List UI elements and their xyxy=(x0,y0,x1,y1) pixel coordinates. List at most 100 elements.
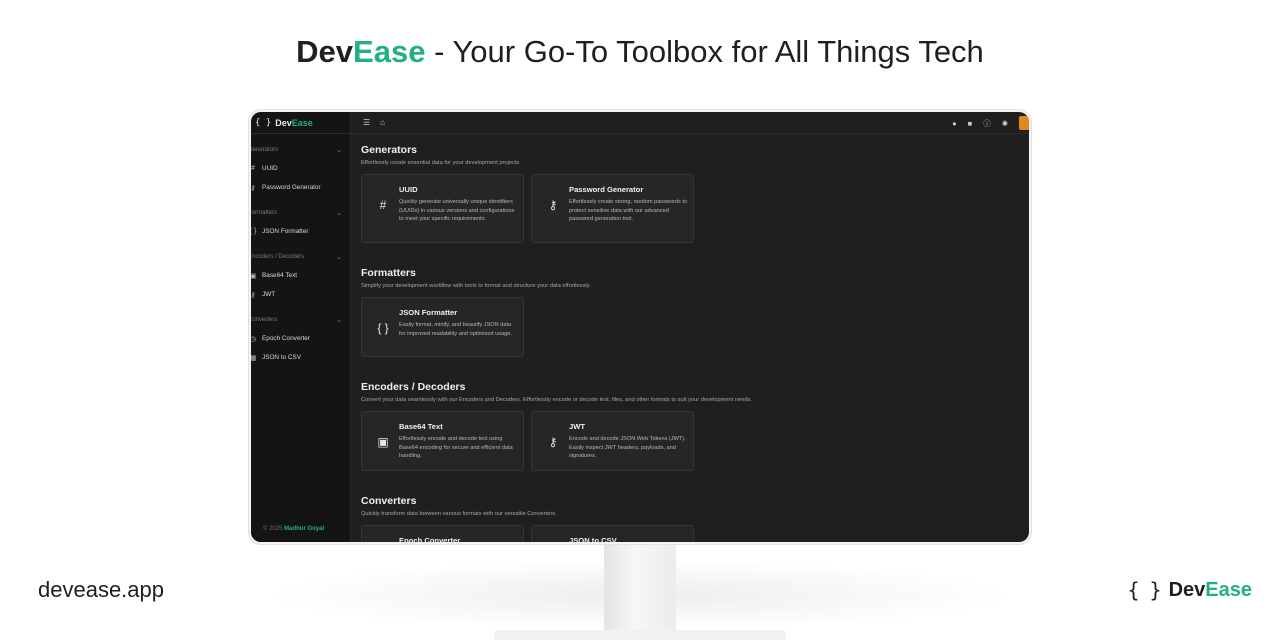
section-formatters: Formatters Simplify your development work… xyxy=(361,267,1029,357)
tool-card-json-to-csv[interactable]: ▦JSON to CSV xyxy=(531,525,694,542)
section-description: Quickly transform data between various f… xyxy=(361,511,557,517)
sidebar-item-uuid[interactable]: # UUID xyxy=(251,159,350,178)
home-icon[interactable]: ⌂ xyxy=(380,118,385,127)
braces-icon: { } xyxy=(377,321,389,335)
tool-card-password-generator[interactable]: ⚷ Password Generator Effortlessly create s… xyxy=(531,174,694,243)
tool-card-grid: ◷Epoch Converter ▦JSON to CSV xyxy=(361,525,1029,542)
promo-banner: DevEase - Your Go-To Toolbox for All Thi… xyxy=(0,0,1280,640)
sidebar-group-converters[interactable]: Converters ⌄ xyxy=(251,310,350,329)
sidebar-group-encoders-decoders[interactable]: Encoders / Decoders ⌄ xyxy=(251,247,350,266)
topbar: ☰ ⌂ ● ■ ⓘ ✺ xyxy=(351,112,1029,134)
sidebar-group-label: Generators xyxy=(251,146,279,153)
chevron-down-icon[interactable]: ⌄ xyxy=(336,253,342,261)
sidebar-item-password-generator[interactable]: ⚷ Password Generator xyxy=(251,178,350,197)
app-screen: { } DevEase Generators ⌄ # UUID ⚷ Password Ge… xyxy=(251,112,1029,542)
sidebar-item-label: JSON to CSV xyxy=(262,354,302,361)
sidebar-item-label: Base64 Text xyxy=(262,272,298,279)
tool-card-text: JSON to CSV xyxy=(569,536,689,542)
key-icon: ⚷ xyxy=(251,184,256,192)
topbar-actions: ● ■ ⓘ ✺ xyxy=(952,112,1029,134)
tool-card-grid: ▣ Base64 Text Effortlessly encode and deco… xyxy=(361,411,1029,471)
sidebar-item-label: UUID xyxy=(262,165,278,172)
chevron-down-icon[interactable]: ⌄ xyxy=(336,146,342,154)
section-encoders-decoders: Encoders / Decoders Convert your data sea… xyxy=(361,381,1029,471)
braces-icon: { } xyxy=(251,228,257,235)
tool-card-title: Base64 Text xyxy=(399,422,443,431)
chevron-down-icon[interactable]: ⌄ xyxy=(336,316,342,324)
tool-card-text: JWT Encode and decode JSON Web Tokens (JW… xyxy=(569,422,689,470)
tool-card-grid: # UUID Quickly generate universally unique… xyxy=(361,174,1029,243)
tool-card-epoch-converter[interactable]: ◷Epoch Converter xyxy=(361,525,524,542)
section-title: Formatters xyxy=(361,267,416,279)
avatar[interactable] xyxy=(1019,116,1029,130)
sidebar-item-label: Password Generator xyxy=(262,184,321,191)
section-title: Generators xyxy=(361,144,418,156)
tool-card-description: Effortlessly encode and decode text usin… xyxy=(399,436,513,460)
monitor-stand-base xyxy=(494,630,786,640)
sidebar-item-jwt[interactable]: ⚷ JWT xyxy=(251,285,350,304)
info-icon[interactable]: ⓘ xyxy=(983,118,991,129)
section-description: Simplify your development workflow with … xyxy=(361,283,591,289)
sidebar-item-base64-text[interactable]: ▣ Base64 Text xyxy=(251,266,350,285)
author-link[interactable]: Madhur Goyal xyxy=(284,526,324,532)
headline-separator: - xyxy=(425,34,453,69)
tool-card-jwt[interactable]: ⚷ JWT Encode and decode JSON Web Tokens (J… xyxy=(531,411,694,471)
tool-card-text: Epoch Converter xyxy=(399,536,519,542)
section-generators: Generators Effortlessly create essential … xyxy=(361,144,1029,243)
hash-icon: # xyxy=(379,198,387,212)
table-icon: ▦ xyxy=(251,354,257,362)
chevron-down-icon[interactable]: ⌄ xyxy=(336,209,342,217)
sidebar-group-formatters[interactable]: Formatters ⌄ xyxy=(251,203,350,222)
sidebar-item-json-formatter[interactable]: { } JSON Formatter xyxy=(251,222,350,241)
sidebar-group-generators[interactable]: Generators ⌄ xyxy=(251,140,350,159)
footer-brand-ease: Ease xyxy=(1205,578,1252,601)
tool-card-json-formatter[interactable]: { } JSON Formatter Easily format, minify, … xyxy=(361,297,524,357)
logo-ease: Ease xyxy=(291,117,313,128)
braces-logo-icon: { } xyxy=(1127,578,1161,602)
main-content: ☰ ⌂ ● ■ ⓘ ✺ Generators Effortlessly creat… xyxy=(351,112,1029,542)
app-logo[interactable]: { } DevEase xyxy=(251,112,350,134)
section-description: Effortlessly create essential data for y… xyxy=(361,160,521,166)
footer-brand: { } DevEase xyxy=(1127,578,1252,602)
table-icon: ▦ xyxy=(540,536,566,542)
linkedin-icon[interactable]: ■ xyxy=(968,119,973,128)
sidebar-group-label: Converters xyxy=(251,316,278,323)
section-title: Encoders / Decoders xyxy=(361,381,466,393)
sidebar-item-label: Epoch Converter xyxy=(262,335,310,342)
tool-sections: Generators Effortlessly create essential … xyxy=(351,134,1029,542)
github-icon[interactable]: ● xyxy=(952,119,957,128)
key-icon: ⚷ xyxy=(251,291,256,299)
tool-card-title: JSON to CSV xyxy=(569,536,617,542)
clock-icon: ◷ xyxy=(251,335,257,343)
tool-card-text: Password Generator Effortlessly create st… xyxy=(569,185,689,242)
sidebar-item-epoch-converter[interactable]: ◷ Epoch Converter xyxy=(251,329,350,348)
headline-tagline: Your Go-To Toolbox for All Things Tech xyxy=(452,34,984,69)
sidebar-group-label: Encoders / Decoders xyxy=(251,253,305,260)
monitor-stand xyxy=(604,544,676,640)
key-icon: ⚷ xyxy=(548,435,558,449)
key-icon: ⚷ xyxy=(548,198,558,212)
tool-card-grid: { } JSON Formatter Easily format, minify, … xyxy=(361,297,1029,357)
headline: DevEase - Your Go-To Toolbox for All Thi… xyxy=(0,34,1280,70)
headline-brand-ease: Ease xyxy=(353,34,426,69)
tool-card-base64-text[interactable]: ▣ Base64 Text Effortlessly encode and deco… xyxy=(361,411,524,471)
sidebar-item-label: JWT xyxy=(262,291,276,298)
braces-logo-icon: { } xyxy=(255,117,272,128)
tool-card-title: Password Generator xyxy=(569,185,644,194)
sidebar-item-label: JSON Formatter xyxy=(262,228,309,235)
sidebar-group-label: Formatters xyxy=(251,209,278,216)
tool-card-title: UUID xyxy=(399,185,418,194)
tool-card-description: Quickly generate universally unique iden… xyxy=(399,199,515,223)
menu-icon[interactable]: ☰ xyxy=(363,118,370,127)
tool-card-description: Encode and decode JSON Web Tokens (JWT).… xyxy=(569,436,686,460)
sidebar-nav: Generators ⌄ # UUID ⚷ Password Generator Forma… xyxy=(251,140,350,367)
tool-card-uuid[interactable]: # UUID Quickly generate universally unique… xyxy=(361,174,524,243)
section-title: Converters xyxy=(361,495,417,507)
clock-icon: ◷ xyxy=(370,536,396,542)
sidebar-item-json-to-csv[interactable]: ▦ JSON to CSV xyxy=(251,348,350,367)
tool-card-description: Effortlessly create strong, random passw… xyxy=(569,199,688,223)
copyright-text: © 2025 xyxy=(263,526,285,532)
lightbulb-icon[interactable]: ✺ xyxy=(1002,119,1008,128)
headline-brand-dev: Dev xyxy=(296,34,354,69)
section-converters: Converters Quickly transform data between… xyxy=(361,495,1029,542)
